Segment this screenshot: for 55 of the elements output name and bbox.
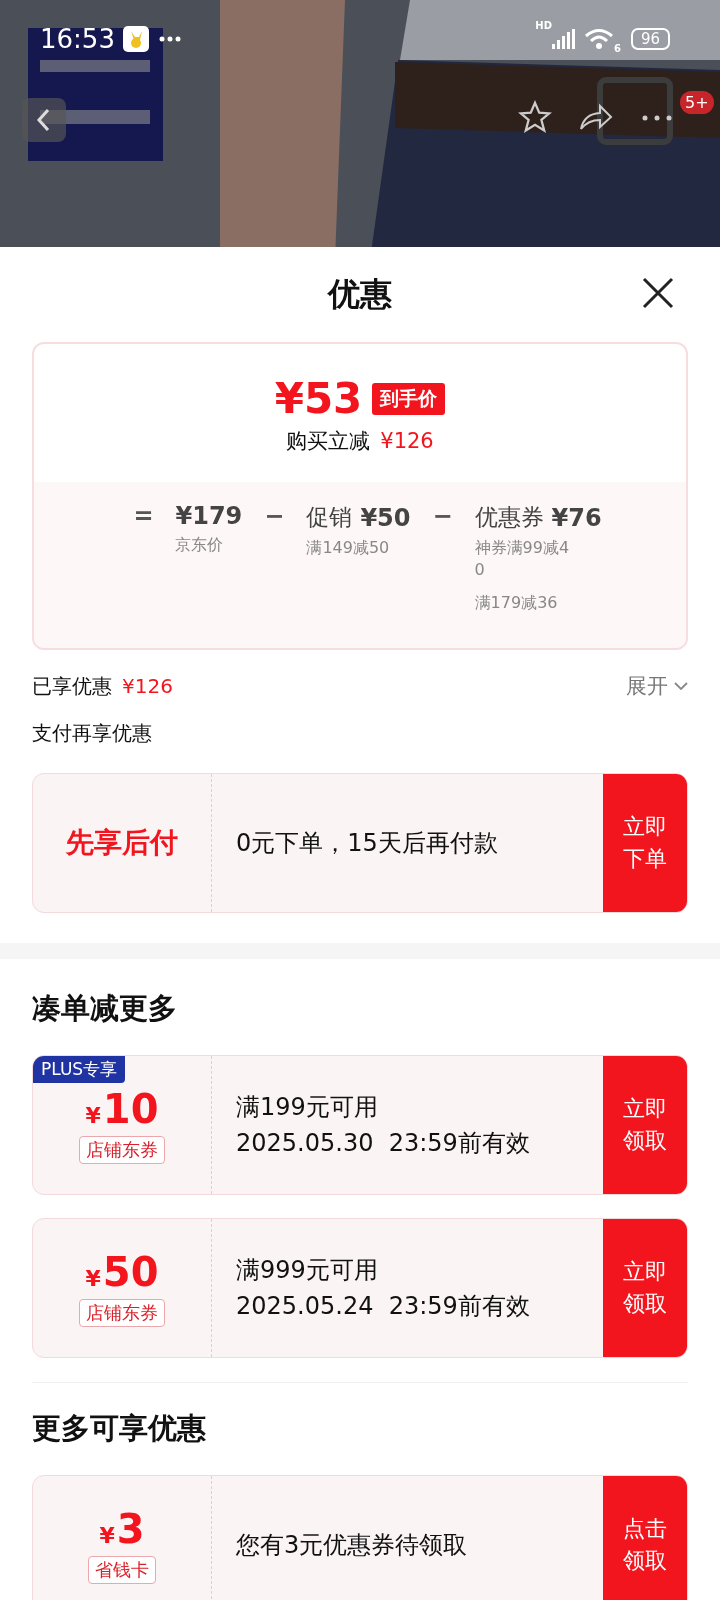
breakdown-label: 促销 (306, 503, 353, 532)
chevron-down-icon (674, 682, 688, 690)
breakdown-note: 满179减36 (474, 591, 559, 614)
claim-button[interactable]: 点击领取 (603, 1476, 687, 1600)
star-icon[interactable] (518, 100, 552, 134)
network-label: HD (535, 20, 552, 31)
coupon-amount: ¥50 (85, 1249, 159, 1295)
plus-badge: PLUS专享 (33, 1056, 126, 1083)
breakdown-amount: ¥76 (551, 503, 602, 532)
saving-label: 购买立减 (286, 428, 371, 455)
expand-toggle[interactable]: 展开 (626, 672, 688, 700)
breakdown-amount: ¥50 (360, 503, 411, 532)
coupon-amount: ¥10 (85, 1086, 159, 1132)
wifi-icon (583, 28, 614, 50)
breakdown-label: 优惠券 (474, 503, 544, 532)
share-icon[interactable] (578, 102, 614, 132)
final-price-tag: 到手价 (372, 382, 446, 415)
app-icon (122, 26, 149, 52)
offer-name: 先享后付 (66, 825, 178, 861)
coupon-type-tag: 省钱卡 (88, 1556, 156, 1584)
section-title: 更多可享优惠 (31, 1410, 207, 1447)
coupon-type-tag: 店铺东券 (79, 1299, 165, 1327)
saving-amount: ¥126 (380, 429, 434, 453)
enjoyed-label: 已享优惠 (32, 672, 112, 700)
coupon-condition: 满999元可用 (236, 1255, 379, 1286)
section-title: 凑单减更多 (31, 990, 178, 1027)
order-button[interactable]: 立即下单 (603, 774, 687, 912)
more-icon (158, 36, 181, 42)
status-time: 16:53 (40, 24, 115, 54)
offer-description: 您有3元优惠券待领取 (236, 1530, 469, 1561)
breakdown-amount: ¥179 (175, 502, 243, 530)
signal-icon (551, 29, 576, 49)
coupon-validity: 2025.05.24 23:59前有效 (236, 1291, 531, 1322)
back-icon[interactable] (22, 98, 66, 142)
operator-sign: = (133, 502, 154, 530)
sheet-title: 优惠 (328, 273, 392, 315)
operator-sign: − (264, 502, 285, 530)
section-label: 支付再享优惠 (32, 720, 152, 747)
final-price: ¥53 (274, 374, 363, 423)
claim-button[interactable]: 立即领取 (603, 1056, 687, 1194)
more-icon[interactable] (642, 115, 672, 121)
coupon-validity: 2025.05.30 23:59前有效 (236, 1128, 531, 1159)
enjoyed-amount: ¥126 (122, 674, 173, 698)
breakdown-note: 满149减50 (306, 537, 391, 559)
close-icon[interactable] (642, 277, 674, 309)
battery-indicator: 96 (630, 28, 670, 50)
coupon-amount: ¥3 (99, 1506, 145, 1552)
breakdown-note: 神券满99减40 (474, 537, 571, 582)
coupon-type-tag: 店铺东券 (79, 1136, 165, 1164)
offer-description: 0元下单，15天后再付款 (236, 828, 499, 859)
breakdown-note: 京东价 (175, 534, 225, 556)
coupon-condition: 满199元可用 (236, 1092, 379, 1123)
wifi-band-label: 6 (613, 43, 621, 54)
claim-button[interactable]: 立即领取 (603, 1219, 687, 1357)
operator-sign: − (432, 502, 453, 530)
